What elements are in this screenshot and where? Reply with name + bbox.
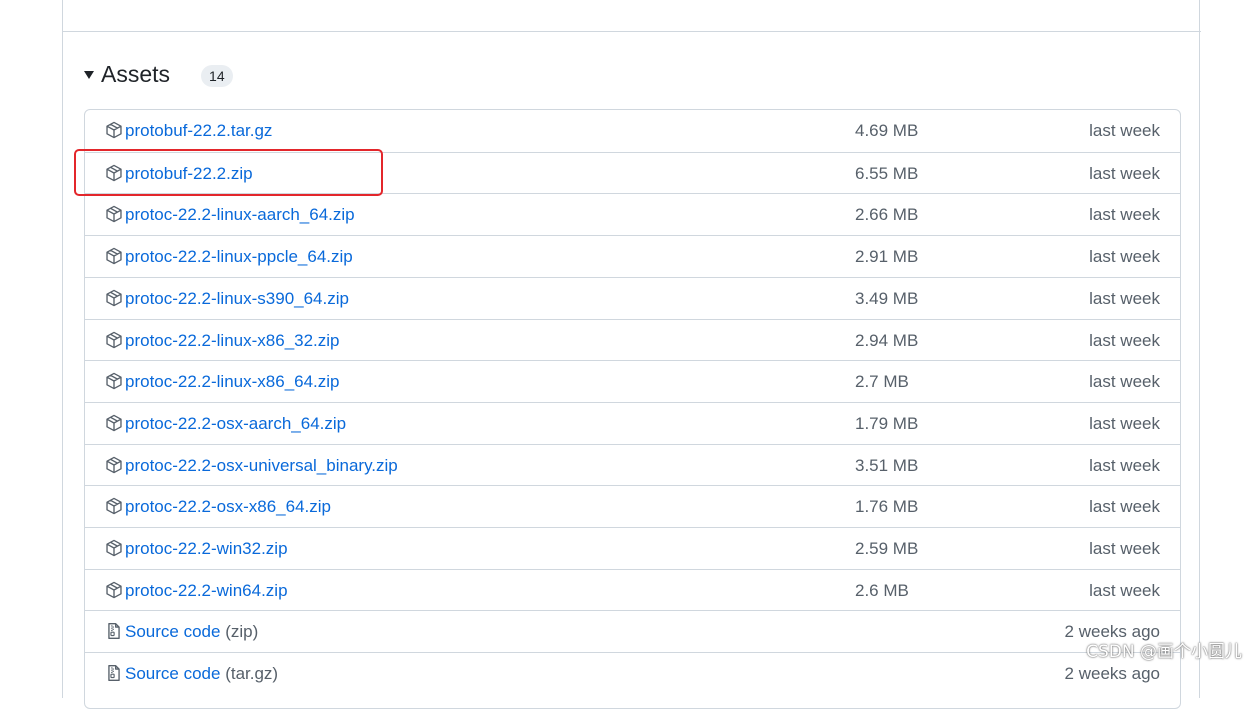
asset-row: protoc-22.2-linux-aarch_64.zip 2.66 MB las… <box>85 193 1180 235</box>
asset-link[interactable]: protoc-22.2-osx-x86_64.zip <box>125 497 331 517</box>
package-icon <box>105 247 123 265</box>
section-divider <box>62 31 1201 32</box>
asset-size: 3.49 MB <box>855 288 919 308</box>
asset-size: 2.59 MB <box>855 539 919 558</box>
asset-size: 4.69 MB <box>855 121 919 140</box>
package-icon <box>105 497 123 515</box>
asset-link[interactable]: Source code (zip) <box>125 622 258 642</box>
asset-link[interactable]: protoc-22.2-linux-ppcle_64.zip <box>125 247 353 267</box>
asset-link[interactable]: protoc-22.2-osx-aarch_64.zip <box>125 414 346 434</box>
assets-list: protobuf-22.2.tar.gz 4.69 MB last week prot… <box>84 109 1181 709</box>
file-zip-icon-svg <box>108 665 120 682</box>
asset-row: protoc-22.2-linux-x86_32.zip 2.94 MB last … <box>85 318 1180 361</box>
asset-size: 1.79 MB <box>855 413 919 433</box>
asset-date: last week <box>1089 205 1160 225</box>
asset-row: protobuf-22.2.tar.gz 4.69 MB last week <box>85 110 1180 152</box>
package-icon <box>105 372 123 390</box>
package-icon-svg <box>106 331 122 348</box>
assets-header[interactable]: Assets 14 <box>84 56 233 92</box>
asset-date: last week <box>1089 121 1160 140</box>
asset-link[interactable]: protoc-22.2-linux-aarch_64.zip <box>125 205 355 225</box>
asset-size: 2.66 MB <box>855 205 919 225</box>
asset-date: last week <box>1089 455 1160 475</box>
asset-link[interactable]: protoc-22.2-win64.zip <box>125 581 288 601</box>
asset-size: 2.91 MB <box>855 247 919 267</box>
asset-row: protoc-22.2-win64.zip 2.6 MB last week <box>85 568 1180 611</box>
asset-row: protoc-22.2-osx-aarch_64.zip 1.79 MB last … <box>85 401 1180 444</box>
caret-down-icon[interactable] <box>84 71 94 79</box>
asset-row: protoc-22.2-osx-universal_binary.zip 3.51… <box>85 443 1180 486</box>
asset-date: last week <box>1089 163 1160 183</box>
asset-size: 1.76 MB <box>855 497 919 517</box>
package-icon-svg <box>106 121 122 139</box>
asset-date: last week <box>1089 288 1160 308</box>
assets-count-badge: 14 <box>201 65 233 87</box>
package-icon <box>105 289 123 307</box>
asset-link[interactable]: protobuf-22.2.tar.gz <box>125 121 272 141</box>
package-icon-svg <box>106 414 122 432</box>
asset-link[interactable]: protoc-22.2-linux-s390_64.zip <box>125 289 349 309</box>
package-icon-svg <box>106 581 122 598</box>
asset-row: protoc-22.2-win32.zip 2.59 MB last week <box>85 527 1180 569</box>
package-icon <box>105 121 123 139</box>
highlight-annotation <box>74 149 383 196</box>
asset-format-suffix: (zip) <box>225 622 259 642</box>
asset-link[interactable]: protoc-22.2-linux-x86_64.zip <box>125 372 340 392</box>
asset-link[interactable]: protoc-22.2-win32.zip <box>125 539 288 559</box>
asset-size: 2.94 MB <box>855 330 919 350</box>
asset-link[interactable]: protoc-22.2-linux-x86_32.zip <box>125 331 340 351</box>
asset-date: last week <box>1089 413 1160 433</box>
package-icon-svg <box>106 539 122 557</box>
asset-size: 2.7 MB <box>855 372 909 392</box>
asset-row: protoc-22.2-linux-x86_64.zip 2.7 MB last w… <box>85 360 1180 402</box>
package-icon <box>105 331 123 349</box>
asset-date: last week <box>1089 330 1160 350</box>
package-icon <box>105 205 123 223</box>
package-icon-svg <box>106 206 122 223</box>
asset-row: protoc-22.2-linux-ppcle_64.zip 2.91 MB las… <box>85 235 1180 277</box>
package-icon-svg <box>106 289 122 307</box>
asset-row: protoc-22.2-linux-s390_64.zip 3.49 MB last… <box>85 276 1180 319</box>
asset-date: last week <box>1089 497 1160 517</box>
asset-link[interactable]: Source code (tar.gz) <box>125 664 278 684</box>
file-zip-icon-svg <box>108 623 120 640</box>
assets-title: Assets <box>101 60 171 87</box>
asset-link[interactable]: protoc-22.2-osx-universal_binary.zip <box>125 456 398 476</box>
package-icon-svg <box>106 247 122 265</box>
asset-date: last week <box>1089 539 1160 558</box>
package-icon-svg <box>106 456 122 473</box>
asset-size: 3.51 MB <box>855 455 919 475</box>
asset-size: 2.6 MB <box>855 580 909 600</box>
package-icon <box>105 539 123 557</box>
package-icon-svg <box>106 498 122 515</box>
package-icon <box>105 414 123 432</box>
asset-date: last week <box>1089 372 1160 392</box>
asset-row: Source code (zip) 2 weeks ago <box>85 610 1180 652</box>
asset-row: Source code (tar.gz) 2 weeks ago <box>85 652 1180 694</box>
file-zip-icon <box>105 664 123 682</box>
asset-format-suffix: (tar.gz) <box>225 664 279 684</box>
package-icon <box>105 581 123 599</box>
asset-date: last week <box>1089 580 1160 600</box>
package-icon <box>105 456 123 474</box>
asset-row: protoc-22.2-osx-x86_64.zip 1.76 MB last we… <box>85 485 1180 527</box>
asset-date: last week <box>1089 247 1160 267</box>
asset-date: 2 weeks ago <box>1064 664 1160 684</box>
asset-size: 6.55 MB <box>855 163 919 183</box>
package-icon-svg <box>106 372 122 390</box>
watermark: CSDN @画个小圆儿 <box>1086 642 1242 662</box>
file-zip-icon <box>105 622 123 640</box>
